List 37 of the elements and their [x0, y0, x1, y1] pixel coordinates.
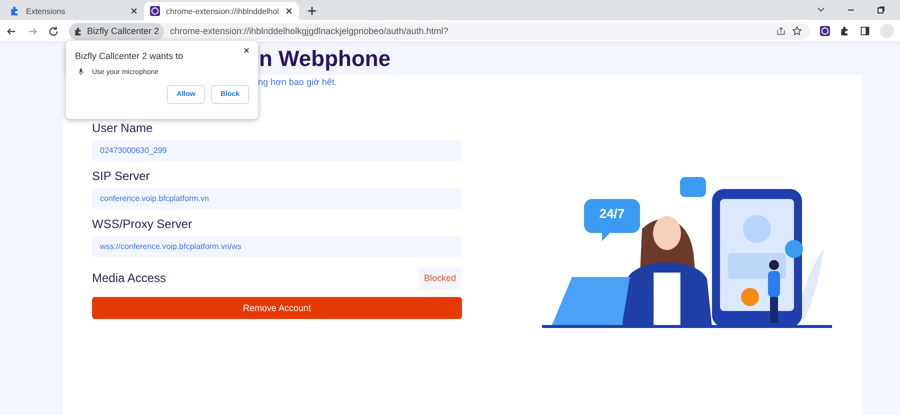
url-text: chrome-extension://ihblnddelholkgjgdlnackjelgpnobeo/auth/auth.html? [170, 26, 448, 36]
tab-title: chrome-extension://ihblnddelhol [166, 6, 279, 16]
puzzle-icon[interactable] [840, 26, 850, 36]
status-badge: Blocked [418, 267, 462, 289]
field-label: SIP Server [92, 169, 151, 183]
browser-tab[interactable]: chrome-extension://ihblnddelhol [144, 2, 299, 20]
browser-tab[interactable]: Extensions [4, 2, 144, 20]
field-label: WSS/Proxy Server [92, 217, 194, 231]
tab-title: Extensions [26, 6, 66, 16]
remove-account-button[interactable]: Remove Account [92, 297, 462, 319]
field-label: User Name [92, 121, 154, 135]
address-bar[interactable]: Bizfly Callcenter 2 chrome-extension://ihblnddelholkgjgdlnackjelgpnobeo/auth/auth.html? [69, 22, 810, 40]
puzzle-icon [10, 6, 20, 16]
restore-icon[interactable] [876, 5, 886, 15]
puzzle-icon [74, 26, 83, 36]
close-icon[interactable] [130, 7, 138, 15]
input-field[interactable]: 02473000630_299 [92, 140, 462, 161]
phone-app-icon[interactable] [820, 26, 830, 36]
input-field[interactable]: conference.voip.bfcplatform.vn [92, 188, 462, 209]
extension-chip[interactable]: Bizfly Callcenter 2 [69, 22, 164, 40]
field-label: Media Access [92, 271, 166, 285]
phone-app-icon [150, 6, 160, 16]
microphone-icon [78, 68, 84, 76]
close-icon[interactable] [243, 47, 250, 54]
popup-title: Bizfly Callcenter 2 wants to [75, 51, 184, 61]
reload-icon[interactable] [48, 26, 59, 36]
close-icon[interactable] [284, 7, 293, 15]
page-title: n Webphone [259, 46, 391, 72]
bubble-label: 24/7 [599, 206, 625, 221]
input-field[interactable]: wss://conference.voip.bfcplatform.vn/ws [92, 236, 462, 257]
star-icon[interactable] [792, 26, 802, 36]
back-icon[interactable] [6, 26, 17, 36]
extension-name: Bizfly Callcenter 2 [87, 26, 160, 36]
subtitle-text: ng hơn bao giờ hết. [258, 77, 338, 89]
share-icon[interactable] [776, 26, 786, 36]
side-panel-icon[interactable] [860, 26, 870, 36]
new-tab-icon[interactable] [306, 6, 317, 16]
